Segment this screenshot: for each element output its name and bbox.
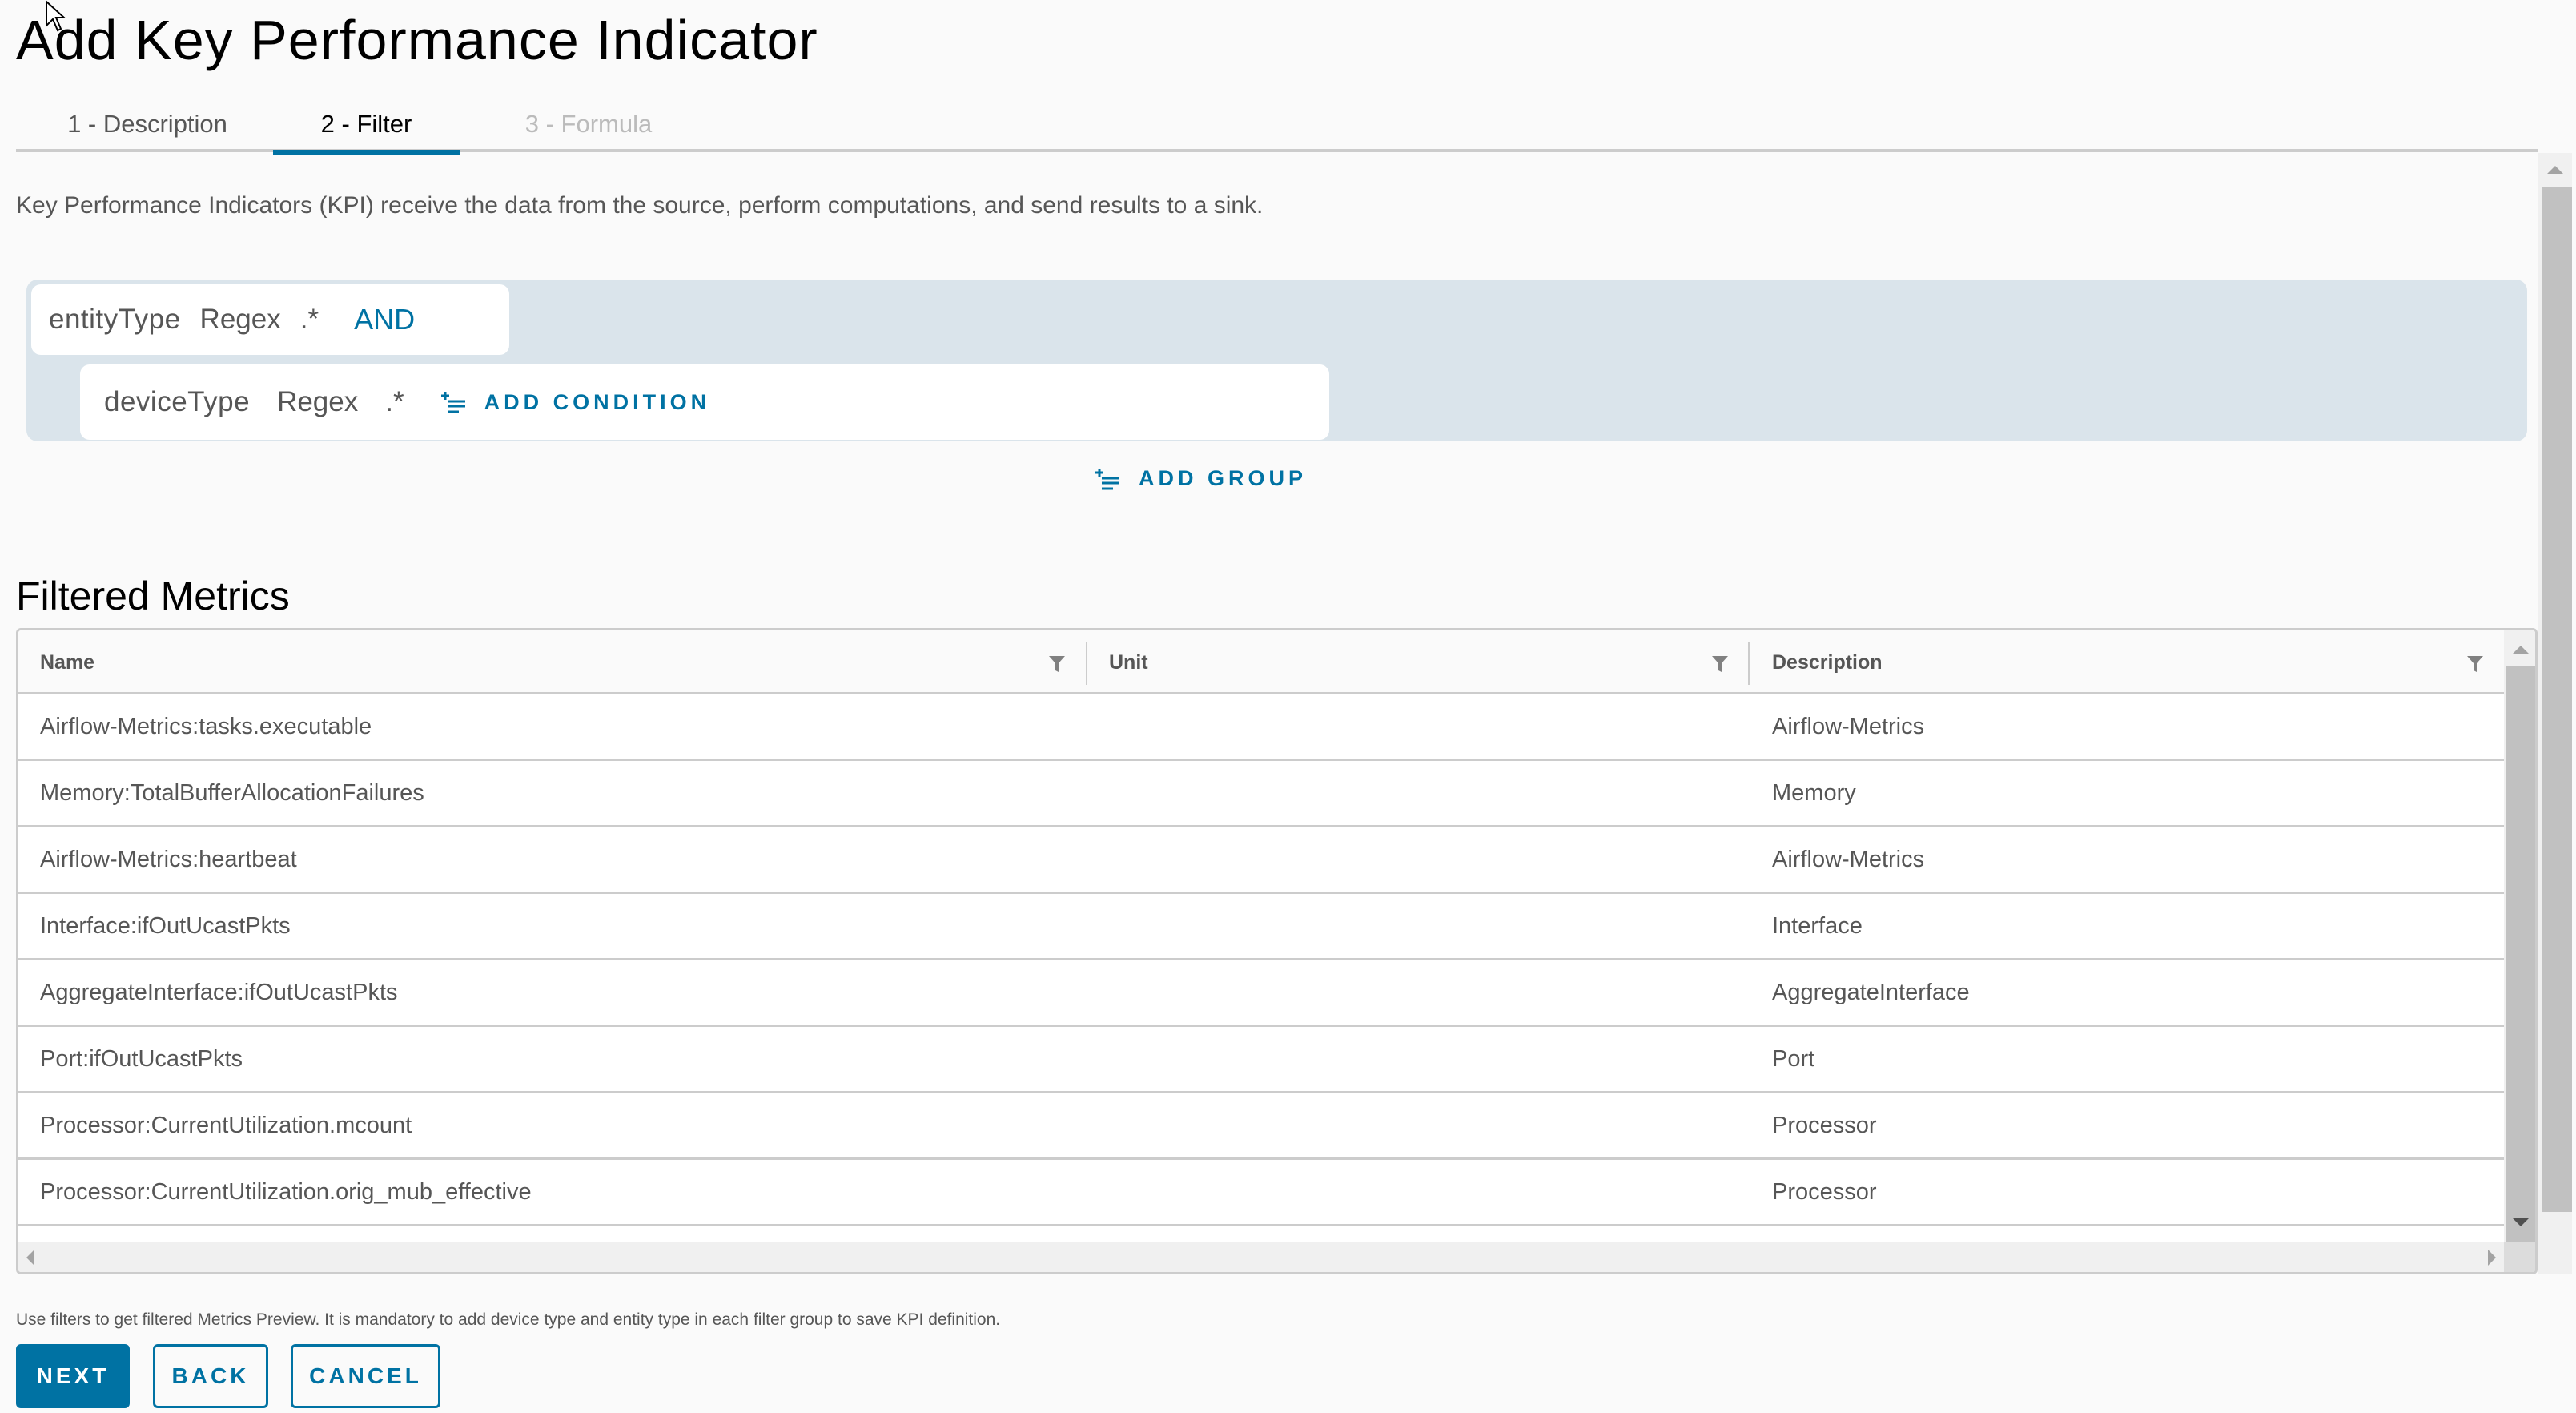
cell-description: Port xyxy=(1772,1045,1815,1072)
cell-description: Interface xyxy=(1772,912,1863,939)
table-row[interactable]: Airflow-Metrics:heartbeat Airflow-Metric… xyxy=(18,827,2506,894)
scrollbar-corner xyxy=(2504,1242,2535,1272)
add-list-icon xyxy=(1094,467,1121,491)
table-row[interactable]: Processor:CurrentUtilization.orig_mub_ef… xyxy=(18,1160,2506,1226)
condition-value: .* xyxy=(385,386,404,417)
cancel-button[interactable]: CANCEL xyxy=(291,1344,440,1408)
column-header-unit[interactable]: Unit xyxy=(1109,630,1148,694)
column-header-name[interactable]: Name xyxy=(40,630,94,694)
condition-entity-type[interactable]: entityType Regex .* AND xyxy=(31,284,509,355)
scroll-up-arrow-icon[interactable] xyxy=(2504,635,2535,664)
add-list-icon xyxy=(440,390,467,414)
table-scrollbar-thumb[interactable] xyxy=(2506,666,2535,1242)
filter-icon[interactable] xyxy=(1048,654,1066,677)
wizard-steps: 1 - Description 2 - Filter 3 - Formula xyxy=(16,96,2538,155)
cell-description: Processor xyxy=(1772,1112,1877,1138)
tab-filter[interactable]: 2 - Filter xyxy=(273,96,460,155)
cell-description: Airflow-Metrics xyxy=(1772,713,1925,739)
condition-device-type[interactable]: deviceType Regex .* ADD CONDITION xyxy=(80,364,1329,440)
table-row[interactable] xyxy=(18,1226,2506,1242)
table-header: Name Unit Description xyxy=(18,630,2506,694)
filter-group: entityType Regex .* AND deviceType Regex… xyxy=(26,280,2527,441)
column-header-description[interactable]: Description xyxy=(1772,630,1883,694)
cell-name: Airflow-Metrics:heartbeat xyxy=(40,846,297,872)
filter-icon[interactable] xyxy=(1711,654,1729,677)
page-scrollbar-thumb[interactable] xyxy=(2542,187,2572,1212)
filtered-metrics-title: Filtered Metrics xyxy=(16,574,290,618)
cell-description: Processor xyxy=(1772,1178,1877,1205)
table-vertical-scrollbar[interactable] xyxy=(2504,630,2535,1242)
condition-field: deviceType xyxy=(104,386,251,417)
condition-operator: Regex xyxy=(277,386,359,417)
back-button[interactable]: BACK xyxy=(153,1344,268,1408)
scroll-left-arrow-icon[interactable] xyxy=(26,1250,34,1266)
metrics-table: Name Unit Description Airflow-Metrics:ta… xyxy=(16,628,2538,1274)
condition-operator: Regex xyxy=(199,304,281,335)
cell-name: Port:ifOutUcastPkts xyxy=(40,1045,243,1072)
cell-name: Airflow-Metrics:tasks.executable xyxy=(40,713,372,739)
cell-description: Memory xyxy=(1772,779,1856,806)
kpi-description: Key Performance Indicators (KPI) receive… xyxy=(16,192,1264,219)
cell-name: Processor:CurrentUtilization.mcount xyxy=(40,1112,412,1138)
add-condition-button[interactable]: ADD CONDITION xyxy=(440,390,711,415)
condition-value: .* xyxy=(299,304,319,335)
add-group-button[interactable]: ADD GROUP xyxy=(1094,466,1307,491)
table-row[interactable]: Airflow-Metrics:tasks.executable Airflow… xyxy=(18,694,2506,761)
conjunction-toggle[interactable]: AND xyxy=(354,303,415,336)
cell-description: Airflow-Metrics xyxy=(1772,846,1925,872)
page-scrollbar[interactable] xyxy=(2538,153,2572,1274)
table-horizontal-scrollbar[interactable] xyxy=(18,1242,2504,1272)
column-resize-handle[interactable] xyxy=(1086,642,1087,685)
table-row[interactable]: Memory:TotalBufferAllocationFailures Mem… xyxy=(18,761,2506,827)
cell-name: Memory:TotalBufferAllocationFailures xyxy=(40,779,424,806)
tab-formula: 3 - Formula xyxy=(524,110,653,138)
cell-description: AggregateInterface xyxy=(1772,979,1970,1005)
filter-help-text: Use filters to get filtered Metrics Prev… xyxy=(16,1310,1001,1329)
next-button[interactable]: NEXT xyxy=(16,1344,130,1408)
table-body: Airflow-Metrics:tasks.executable Airflow… xyxy=(18,694,2506,1242)
condition-field: entityType xyxy=(49,304,181,335)
table-row[interactable]: Interface:ifOutUcastPkts Interface xyxy=(18,894,2506,960)
cell-name: Interface:ifOutUcastPkts xyxy=(40,912,291,939)
add-condition-label: ADD CONDITION xyxy=(484,389,711,414)
page-title: Add Key Performance Indicator xyxy=(16,9,818,71)
scroll-right-arrow-icon[interactable] xyxy=(2488,1250,2496,1266)
filter-icon[interactable] xyxy=(2466,654,2484,677)
cell-name: AggregateInterface:ifOutUcastPkts xyxy=(40,979,398,1005)
table-row[interactable]: Port:ifOutUcastPkts Port xyxy=(18,1027,2506,1093)
column-resize-handle[interactable] xyxy=(1748,642,1750,685)
cell-name: Processor:CurrentUtilization.orig_mub_ef… xyxy=(40,1178,532,1205)
scroll-down-arrow-icon[interactable] xyxy=(2504,1208,2535,1237)
table-row[interactable]: AggregateInterface:ifOutUcastPkts Aggreg… xyxy=(18,960,2506,1027)
add-group-label: ADD GROUP xyxy=(1139,466,1308,490)
tab-description[interactable]: 1 - Description xyxy=(40,96,255,152)
scroll-up-arrow-icon[interactable] xyxy=(2538,153,2572,187)
table-row[interactable]: Processor:CurrentUtilization.mcount Proc… xyxy=(18,1093,2506,1160)
